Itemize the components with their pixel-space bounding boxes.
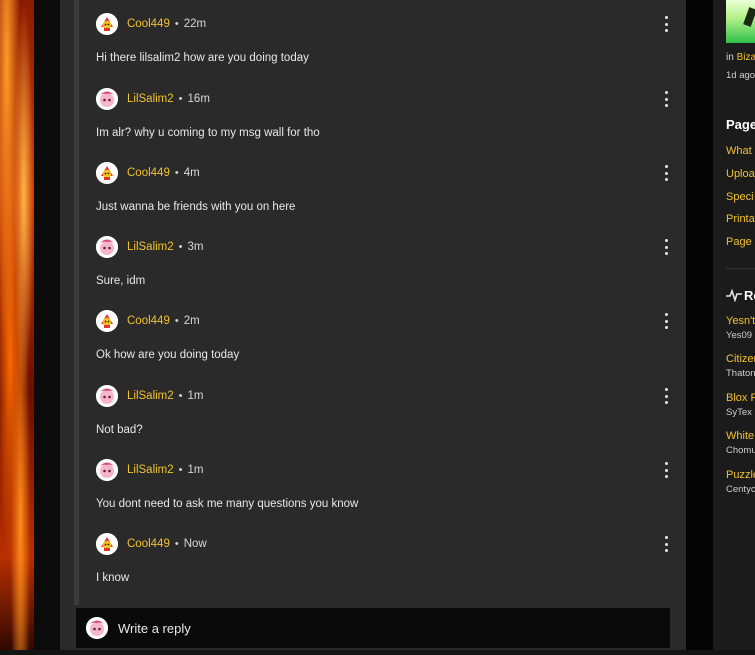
cool449-avatar-icon[interactable] — [96, 13, 118, 35]
in-prefix: in — [726, 52, 734, 63]
community-link[interactable]: Biza — [737, 52, 755, 63]
reply-message: You dont need to ask me many questions y… — [96, 498, 359, 510]
reply-message: Hi there lilsalim2 how are you doing tod… — [96, 52, 309, 64]
reply-timestamp[interactable]: 22m — [184, 18, 206, 30]
reply-header: LilSalim2 • 3m — [96, 235, 204, 259]
recent-item-title[interactable]: Puzzle — [726, 469, 755, 481]
separator-dot: • — [178, 464, 183, 476]
recent-item-author[interactable]: SyTex — [726, 407, 752, 418]
write-reply-placeholder: Write a reply — [118, 620, 191, 636]
more-options-icon[interactable] — [659, 165, 673, 181]
page-tool-link[interactable]: Printa — [726, 213, 755, 225]
reply-timestamp[interactable]: 16m — [188, 93, 210, 105]
lilsalim2-avatar-icon[interactable] — [96, 459, 118, 481]
author-link[interactable]: Cool449 — [127, 538, 170, 550]
reply-timestamp[interactable]: 3m — [188, 241, 204, 253]
separator-dot: • — [178, 390, 183, 402]
reply-header: Cool449 • Now — [96, 532, 207, 556]
separator-dot: • — [178, 93, 183, 105]
lilsalim2-avatar-icon[interactable] — [96, 88, 118, 110]
pages-heading: Page — [726, 117, 755, 132]
more-options-icon[interactable] — [659, 388, 673, 404]
recent-heading: Re — [744, 288, 755, 303]
author-link[interactable]: LilSalim2 — [127, 241, 174, 253]
sidebar-in-line: in Biza — [726, 52, 755, 63]
author-link[interactable]: Cool449 — [127, 167, 170, 179]
page-tool-link[interactable]: Page i — [726, 236, 755, 248]
more-options-icon[interactable] — [659, 462, 673, 478]
recent-item-author[interactable]: Centyc — [726, 484, 755, 495]
sidebar-divider — [726, 268, 755, 269]
reply-message: Just wanna be friends with you on here — [96, 201, 296, 213]
author-link[interactable]: LilSalim2 — [127, 390, 174, 402]
reply-header: LilSalim2 • 16m — [96, 87, 210, 111]
page-tool-link[interactable]: Uploa — [726, 168, 755, 180]
lilsalim2-avatar-icon — [86, 617, 108, 639]
cool449-avatar-icon[interactable] — [96, 310, 118, 332]
recent-item-author[interactable]: Thaton — [726, 368, 755, 379]
recent-item-title[interactable]: Yesn't — [726, 315, 755, 327]
cool449-avatar-icon[interactable] — [96, 162, 118, 184]
reply-timestamp[interactable]: 1m — [188, 390, 204, 402]
left-gutter — [34, 0, 60, 655]
fire-background-image — [0, 0, 34, 655]
separator-dot: • — [174, 167, 179, 179]
recent-item-author[interactable]: Chomu — [726, 445, 755, 456]
reply-message: Ok how are you doing today — [96, 349, 240, 361]
right-sidebar: in Biza 1d ago Page What l Uploa Speci Prin… — [713, 0, 755, 655]
recent-item-title[interactable]: Citizen — [726, 353, 755, 365]
reply-timestamp[interactable]: 2m — [184, 315, 200, 327]
page-tool-link[interactable]: What l — [726, 145, 755, 157]
more-options-icon[interactable] — [659, 16, 673, 32]
author-link[interactable]: LilSalim2 — [127, 93, 174, 105]
write-reply-box[interactable]: Write a reply — [76, 608, 670, 648]
reply-header: Cool449 • 4m — [96, 161, 200, 185]
activity-pulse-icon — [726, 288, 742, 302]
separator-dot: • — [174, 538, 179, 550]
more-options-icon[interactable] — [659, 239, 673, 255]
recent-item-title[interactable]: Blox F — [726, 392, 755, 404]
recent-item-title[interactable]: White, — [726, 430, 755, 442]
lilsalim2-avatar-icon[interactable] — [96, 236, 118, 258]
reply-timestamp[interactable]: 1m — [188, 464, 204, 476]
thread-rail — [74, 0, 79, 605]
reply-header: Cool449 • 2m — [96, 309, 200, 333]
separator-dot: • — [178, 241, 183, 253]
more-options-icon[interactable] — [659, 536, 673, 552]
more-options-icon[interactable] — [659, 313, 673, 329]
recent-item-author[interactable]: Yes09 — [726, 330, 752, 341]
reply-header: Cool449 • 22m — [96, 12, 206, 36]
bottom-strip — [0, 650, 755, 655]
cool449-avatar-icon[interactable] — [96, 533, 118, 555]
reply-timestamp[interactable]: Now — [184, 538, 207, 550]
article-thumbnail[interactable] — [726, 0, 755, 43]
author-link[interactable]: Cool449 — [127, 18, 170, 30]
lilsalim2-avatar-icon[interactable] — [96, 385, 118, 407]
reply-header: LilSalim2 • 1m — [96, 384, 204, 408]
current-user-avatar — [86, 617, 108, 639]
reply-message: Sure, idm — [96, 275, 146, 287]
sidebar-timestamp: 1d ago — [726, 70, 755, 81]
reply-timestamp[interactable]: 4m — [184, 167, 200, 179]
page-tool-link[interactable]: Speci — [726, 191, 754, 203]
more-options-icon[interactable] — [659, 91, 673, 107]
right-gutter — [686, 0, 713, 655]
reply-header: LilSalim2 • 1m — [96, 458, 204, 482]
separator-dot: • — [174, 315, 179, 327]
reply-message: I know — [96, 572, 130, 584]
author-link[interactable]: LilSalim2 — [127, 464, 174, 476]
author-link[interactable]: Cool449 — [127, 315, 170, 327]
separator-dot: • — [174, 18, 179, 30]
reply-message: Not bad? — [96, 424, 143, 436]
reply-message: Im alr? why u coming to my msg wall for … — [96, 127, 320, 139]
